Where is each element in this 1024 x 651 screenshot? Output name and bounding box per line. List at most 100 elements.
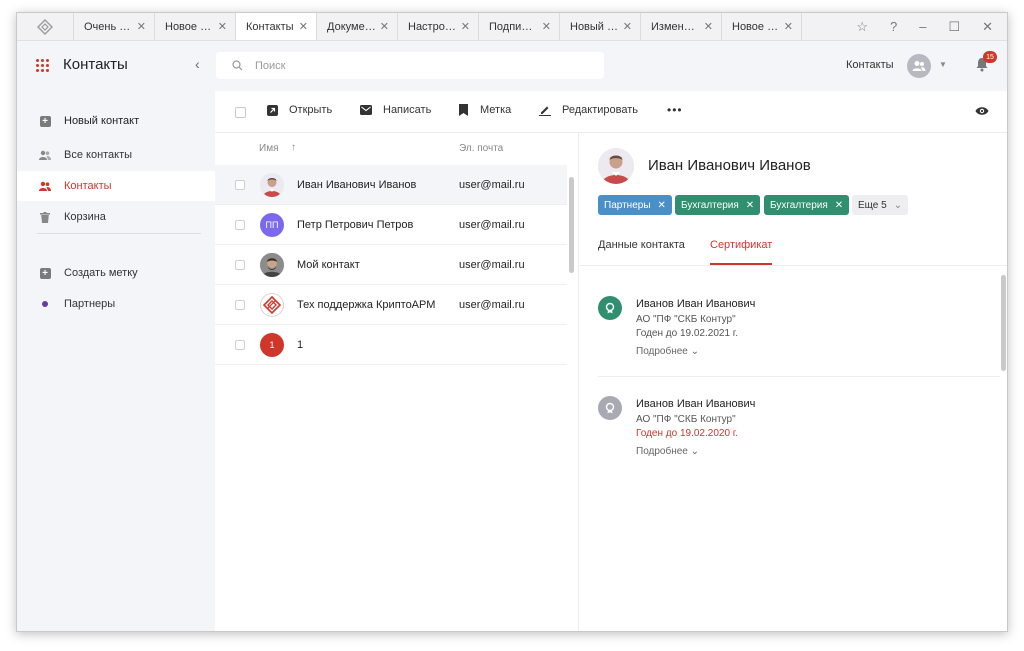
row-checkbox[interactable] — [235, 220, 245, 230]
collapse-sidebar-icon[interactable]: ‹ — [195, 56, 200, 72]
close-icon[interactable]: ✕ — [784, 20, 793, 33]
sort-arrow-up-icon[interactable]: ↑ — [291, 142, 296, 153]
tab-label: Новое п… — [732, 20, 780, 33]
row-email: user@mail.ru — [459, 299, 525, 311]
remove-tag-icon[interactable]: ✕ — [835, 200, 843, 211]
write-label: Написать — [383, 104, 432, 116]
close-icon[interactable]: ✕ — [380, 20, 389, 33]
more-tags-button[interactable]: Еще 5 ⌄ — [852, 195, 909, 215]
bookmark-icon — [457, 104, 469, 116]
new-contact-label: Новый контакт — [64, 115, 140, 127]
user-avatar[interactable] — [907, 54, 931, 78]
row-checkbox[interactable] — [235, 180, 245, 190]
search-input[interactable] — [255, 59, 555, 72]
remove-tag-icon[interactable]: ✕ — [658, 200, 666, 211]
tag-dot-icon — [39, 298, 51, 310]
tag-chip[interactable]: Бухгалтерия ✕ — [764, 195, 850, 215]
trash-icon — [39, 211, 51, 223]
table-row[interactable]: ПП Петр Петрович Петров user@mail.ru — [215, 205, 567, 245]
row-checkbox[interactable] — [235, 260, 245, 270]
new-contact-button[interactable]: + Новый контакт — [17, 106, 215, 136]
tab-8[interactable]: Новое п… ✕ — [721, 13, 802, 40]
details-toggle[interactable]: Подробнее ⌄ — [636, 446, 699, 457]
apps-grid-icon[interactable] — [36, 59, 49, 72]
remove-tag-icon[interactable]: ✕ — [746, 200, 754, 211]
more-actions-icon[interactable]: ••• — [667, 103, 683, 117]
tab-contact-data[interactable]: Данные контакта — [598, 239, 685, 265]
search-box[interactable] — [216, 52, 604, 79]
tab-6[interactable]: Новый ко… ✕ — [559, 13, 640, 40]
write-button[interactable]: Написать — [360, 104, 431, 116]
row-checkbox[interactable] — [235, 340, 245, 350]
tabs-divider — [580, 265, 1007, 266]
close-icon[interactable]: ✕ — [542, 20, 551, 33]
row-name: Иван Иванович Иванов — [297, 179, 417, 191]
eye-icon[interactable] — [975, 106, 989, 119]
select-all-checkbox[interactable] — [235, 107, 246, 118]
create-tag-button[interactable]: + Создать метку — [17, 258, 215, 288]
close-icon[interactable]: ✕ — [461, 20, 470, 33]
tab-label: Подпись… — [489, 20, 538, 33]
avatar-initials: ПП — [265, 220, 279, 230]
certificate-item[interactable]: Иванов Иван Иванович АО "ПФ "СКБ Контур"… — [598, 396, 998, 496]
tag-label: Партнеры — [604, 199, 651, 211]
toolbar: Открыть Написать Метка Редактировать ••• — [215, 91, 1007, 133]
tag-button[interactable]: Метка — [457, 104, 511, 116]
details-toggle[interactable]: Подробнее ⌄ — [636, 346, 699, 357]
list-scrollbar[interactable] — [569, 177, 574, 273]
contact-detail: Иван Иванович Иванов Партнеры ✕ Бухгалтер… — [580, 133, 1007, 631]
chevron-down-icon[interactable]: ▼ — [939, 60, 947, 69]
row-name: 1 — [297, 339, 304, 351]
app-window: Очень ва… ✕ Новое п… ✕ Контакты ✕ Докумен… ✕… — [16, 12, 1008, 632]
details-label: Подробнее — [636, 446, 688, 457]
close-icon[interactable]: ✕ — [299, 20, 308, 33]
column-header-email[interactable]: Эл. почта — [459, 143, 503, 154]
tab-0[interactable]: Очень ва… ✕ — [73, 13, 154, 40]
tag-chip[interactable]: Бухгалтерия ✕ — [675, 195, 761, 215]
close-icon[interactable]: ✕ — [218, 20, 227, 33]
certificate-icon — [598, 396, 622, 420]
close-icon[interactable]: ✕ — [704, 20, 713, 33]
tab-2[interactable]: Контакты ✕ — [235, 13, 316, 40]
plus-square-icon: + — [39, 267, 51, 279]
tab-3[interactable]: Докумен… ✕ — [316, 13, 397, 40]
sidebar-divider — [37, 233, 201, 234]
avatar: ПП — [260, 213, 284, 237]
close-icon[interactable]: ✕ — [137, 20, 146, 33]
table-row[interactable]: 1 1 — [215, 325, 567, 365]
certificate-validity: Годен до 19.02.2021 г. — [636, 328, 738, 339]
star-icon[interactable]: ☆ — [856, 20, 868, 33]
detail-scrollbar[interactable] — [1001, 275, 1006, 371]
certificate-item[interactable]: Иванов Иван Иванович АО "ПФ "СКБ Контур"… — [598, 296, 998, 396]
tab-label: Новый ко… — [570, 20, 619, 33]
tab-certificate[interactable]: Сертификат — [710, 239, 773, 265]
table-row[interactable]: Иван Иванович Иванов user@mail.ru — [215, 165, 567, 205]
minimize-icon[interactable]: – — [919, 20, 926, 33]
tab-4[interactable]: Настрой… ✕ — [397, 13, 478, 40]
sidebar-item-all-contacts[interactable]: Все контакты — [17, 140, 215, 170]
row-checkbox[interactable] — [235, 300, 245, 310]
close-window-icon[interactable]: ✕ — [982, 20, 993, 33]
account-label[interactable]: Контакты — [846, 59, 894, 71]
maximize-icon[interactable]: ☐ — [948, 20, 960, 33]
sidebar-item-contacts[interactable]: Контакты — [17, 171, 215, 201]
table-row[interactable]: Тех поддержка КриптоАРМ user@mail.ru — [215, 285, 567, 325]
open-button[interactable]: Открыть — [266, 104, 332, 116]
column-header-name[interactable]: Имя — [259, 143, 278, 154]
sidebar-item-trash[interactable]: Корзина — [17, 202, 215, 232]
row-email: user@mail.ru — [459, 259, 525, 271]
sidebar-item-label: Все контакты — [64, 149, 133, 161]
edit-button[interactable]: Редактировать — [539, 104, 638, 116]
list-header: Имя ↑ Эл. почта — [215, 133, 578, 164]
row-email: user@mail.ru — [459, 179, 525, 191]
tag-chip[interactable]: Партнеры ✕ — [598, 195, 672, 215]
help-icon[interactable]: ? — [890, 20, 897, 33]
tab-7[interactable]: Изменит… ✕ — [640, 13, 721, 40]
close-icon[interactable]: ✕ — [623, 20, 632, 33]
sidebar-tag-partners[interactable]: Партнеры — [17, 289, 215, 319]
tab-5[interactable]: Подпись… ✕ — [478, 13, 559, 40]
chevron-down-icon: ⌄ — [690, 346, 700, 357]
tab-1[interactable]: Новое п… ✕ — [154, 13, 235, 40]
table-row[interactable]: Мой контакт user@mail.ru — [215, 245, 567, 285]
people-icon — [39, 180, 51, 192]
